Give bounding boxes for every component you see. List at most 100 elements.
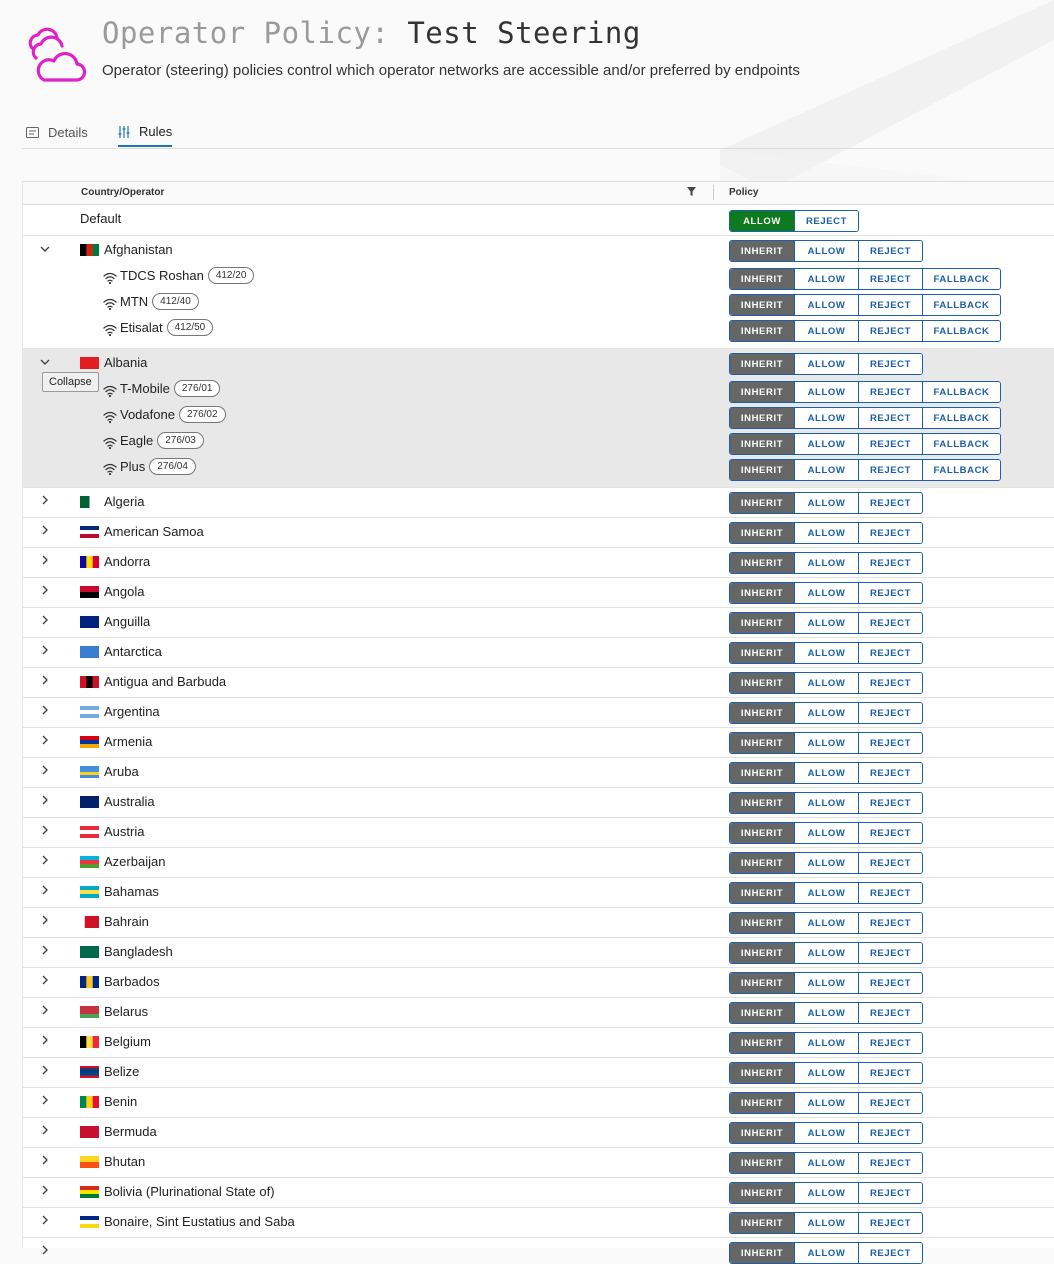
inherit-button[interactable]: INHERIT bbox=[730, 354, 794, 374]
reject-button[interactable]: REJECT bbox=[858, 673, 922, 693]
inherit-button[interactable]: INHERIT bbox=[730, 733, 794, 753]
chevron-right-icon[interactable] bbox=[39, 1154, 51, 1166]
column-divider[interactable] bbox=[713, 185, 714, 200]
chevron-right-icon[interactable] bbox=[39, 1064, 51, 1076]
chevron-right-icon[interactable] bbox=[39, 794, 51, 806]
allow-button[interactable]: ALLOW bbox=[794, 643, 858, 663]
inherit-button[interactable]: INHERIT bbox=[730, 943, 794, 963]
fallback-button[interactable]: FALLBACK bbox=[922, 434, 1000, 454]
inherit-button[interactable]: INHERIT bbox=[730, 434, 794, 454]
inherit-button[interactable]: INHERIT bbox=[730, 1123, 794, 1143]
chevron-right-icon[interactable] bbox=[39, 914, 51, 926]
inherit-button[interactable]: INHERIT bbox=[730, 643, 794, 663]
allow-button[interactable]: ALLOW bbox=[794, 1243, 858, 1263]
chevron-right-icon[interactable] bbox=[39, 494, 51, 506]
allow-button[interactable]: ALLOW bbox=[794, 269, 858, 289]
fallback-button[interactable]: FALLBACK bbox=[922, 460, 1000, 480]
chevron-right-icon[interactable] bbox=[39, 644, 51, 656]
inherit-button[interactable]: INHERIT bbox=[730, 1243, 794, 1263]
chevron-right-icon[interactable] bbox=[39, 854, 51, 866]
allow-button[interactable]: ALLOW bbox=[794, 241, 858, 261]
allow-button[interactable]: ALLOW bbox=[794, 408, 858, 428]
inherit-button[interactable]: INHERIT bbox=[730, 853, 794, 873]
allow-button[interactable]: ALLOW bbox=[794, 460, 858, 480]
reject-button[interactable]: REJECT bbox=[858, 823, 922, 843]
reject-button[interactable]: REJECT bbox=[858, 1033, 922, 1053]
inherit-button[interactable]: INHERIT bbox=[730, 883, 794, 903]
reject-button[interactable]: REJECT bbox=[858, 643, 922, 663]
tab-rules[interactable]: Rules bbox=[118, 118, 173, 147]
inherit-button[interactable]: INHERIT bbox=[730, 913, 794, 933]
fallback-button[interactable]: FALLBACK bbox=[922, 321, 1000, 341]
inherit-button[interactable]: INHERIT bbox=[730, 553, 794, 573]
allow-button[interactable]: ALLOW bbox=[794, 493, 858, 513]
inherit-button[interactable]: INHERIT bbox=[730, 295, 794, 315]
chevron-right-icon[interactable] bbox=[39, 674, 51, 686]
tab-details[interactable]: Details bbox=[26, 118, 88, 147]
allow-button[interactable]: ALLOW bbox=[794, 1183, 858, 1203]
chevron-right-icon[interactable] bbox=[39, 1004, 51, 1016]
reject-button[interactable]: REJECT bbox=[858, 553, 922, 573]
chevron-right-icon[interactable] bbox=[39, 704, 51, 716]
allow-button[interactable]: ALLOW bbox=[794, 1093, 858, 1113]
inherit-button[interactable]: INHERIT bbox=[730, 823, 794, 843]
chevron-right-icon[interactable] bbox=[39, 824, 51, 836]
reject-button[interactable]: REJECT bbox=[858, 703, 922, 723]
chevron-down-icon[interactable] bbox=[39, 243, 51, 255]
chevron-right-icon[interactable] bbox=[39, 614, 51, 626]
inherit-button[interactable]: INHERIT bbox=[730, 763, 794, 783]
inherit-button[interactable]: INHERIT bbox=[730, 382, 794, 402]
reject-button[interactable]: REJECT bbox=[858, 321, 922, 341]
allow-button[interactable]: ALLOW bbox=[794, 321, 858, 341]
inherit-button[interactable]: INHERIT bbox=[730, 703, 794, 723]
allow-button[interactable]: ALLOW bbox=[794, 763, 858, 783]
chevron-right-icon[interactable] bbox=[39, 944, 51, 956]
reject-button[interactable]: REJECT bbox=[858, 1093, 922, 1113]
reject-button[interactable]: REJECT bbox=[858, 241, 922, 261]
reject-button[interactable]: REJECT bbox=[858, 913, 922, 933]
reject-button[interactable]: REJECT bbox=[858, 493, 922, 513]
inherit-button[interactable]: INHERIT bbox=[730, 1093, 794, 1113]
allow-button[interactable]: ALLOW bbox=[794, 853, 858, 873]
chevron-right-icon[interactable] bbox=[39, 524, 51, 536]
reject-button[interactable]: REJECT bbox=[858, 973, 922, 993]
reject-button[interactable]: REJECT bbox=[858, 1183, 922, 1203]
reject-button[interactable]: REJECT bbox=[794, 211, 858, 231]
chevron-right-icon[interactable] bbox=[39, 1214, 51, 1226]
reject-button[interactable]: REJECT bbox=[858, 434, 922, 454]
allow-button[interactable]: ALLOW bbox=[794, 1033, 858, 1053]
reject-button[interactable]: REJECT bbox=[858, 354, 922, 374]
reject-button[interactable]: REJECT bbox=[858, 523, 922, 543]
allow-button[interactable]: ALLOW bbox=[794, 553, 858, 573]
fallback-button[interactable]: FALLBACK bbox=[922, 269, 1000, 289]
inherit-button[interactable]: INHERIT bbox=[730, 1033, 794, 1053]
inherit-button[interactable]: INHERIT bbox=[730, 493, 794, 513]
allow-button[interactable]: ALLOW bbox=[794, 1213, 858, 1233]
reject-button[interactable]: REJECT bbox=[858, 1153, 922, 1173]
inherit-button[interactable]: INHERIT bbox=[730, 269, 794, 289]
reject-button[interactable]: REJECT bbox=[858, 269, 922, 289]
allow-button[interactable]: ALLOW bbox=[794, 703, 858, 723]
fallback-button[interactable]: FALLBACK bbox=[922, 382, 1000, 402]
reject-button[interactable]: REJECT bbox=[858, 853, 922, 873]
allow-button[interactable]: ALLOW bbox=[794, 523, 858, 543]
chevron-right-icon[interactable] bbox=[39, 1094, 51, 1106]
allow-button[interactable]: ALLOW bbox=[794, 943, 858, 963]
reject-button[interactable]: REJECT bbox=[858, 1123, 922, 1143]
inherit-button[interactable]: INHERIT bbox=[730, 1183, 794, 1203]
allow-button[interactable]: ALLOW bbox=[794, 1123, 858, 1143]
inherit-button[interactable]: INHERIT bbox=[730, 1153, 794, 1173]
reject-button[interactable]: REJECT bbox=[858, 613, 922, 633]
allow-button[interactable]: ALLOW bbox=[794, 973, 858, 993]
inherit-button[interactable]: INHERIT bbox=[730, 408, 794, 428]
allow-button[interactable]: ALLOW bbox=[794, 673, 858, 693]
inherit-button[interactable]: INHERIT bbox=[730, 1063, 794, 1083]
chevron-right-icon[interactable] bbox=[39, 974, 51, 986]
inherit-button[interactable]: INHERIT bbox=[730, 460, 794, 480]
reject-button[interactable]: REJECT bbox=[858, 583, 922, 603]
filter-icon[interactable] bbox=[687, 187, 696, 196]
allow-button[interactable]: ALLOW bbox=[794, 823, 858, 843]
chevron-right-icon[interactable] bbox=[39, 1034, 51, 1046]
allow-button[interactable]: ALLOW bbox=[794, 883, 858, 903]
reject-button[interactable]: REJECT bbox=[858, 382, 922, 402]
